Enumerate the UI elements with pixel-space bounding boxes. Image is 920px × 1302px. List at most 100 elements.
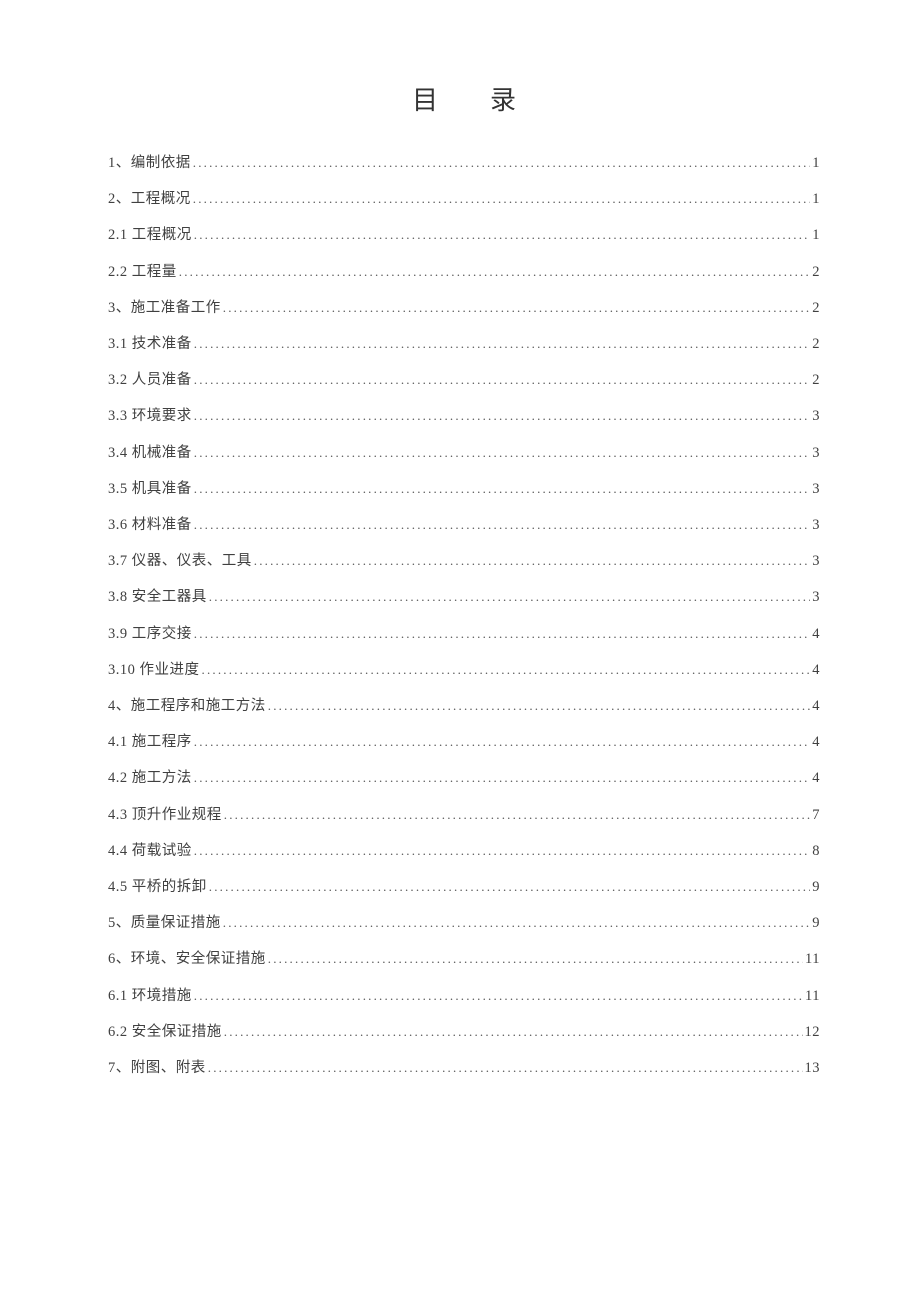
toc-entry: 3.5 机具准备 3 [108, 471, 820, 507]
toc-entry-label: 6.1 环境措施 [108, 978, 192, 1014]
toc-entry-page: 3 [812, 435, 820, 471]
toc-leader-dots [202, 652, 811, 688]
toc-entry: 4、施工程序和施工方法 4 [108, 688, 820, 724]
toc-entry-label: 2.2 工程量 [108, 254, 177, 290]
toc-entry-page: 7 [812, 797, 820, 833]
toc-entry-label: 6、环境、安全保证措施 [108, 941, 266, 977]
toc-entry: 6.2 安全保证措施 12 [108, 1014, 820, 1050]
toc-entry: 3.6 材料准备 3 [108, 507, 820, 543]
toc-entry-label: 3、施工准备工作 [108, 290, 221, 326]
toc-entry-label: 3.9 工序交接 [108, 616, 192, 652]
toc-leader-dots [193, 145, 811, 181]
toc-entry-page: 3 [812, 507, 820, 543]
toc-entry-label: 3.10 作业进度 [108, 652, 200, 688]
toc-leader-dots [194, 471, 811, 507]
toc-entry: 3.10 作业进度4 [108, 652, 820, 688]
toc-entry-page: 9 [812, 869, 820, 905]
toc-leader-dots [223, 905, 811, 941]
toc-leader-dots [194, 978, 803, 1014]
toc-entry: 2.2 工程量 2 [108, 254, 820, 290]
toc-entry-label: 6.2 安全保证措施 [108, 1014, 222, 1050]
toc-leader-dots [194, 217, 811, 253]
toc-entry: 5、质量保证措施 9 [108, 905, 820, 941]
toc-leader-dots [194, 362, 811, 398]
toc-entry: 4.2 施工方法4 [108, 760, 820, 796]
toc-entry-label: 4.4 荷载试验 [108, 833, 192, 869]
toc-entry: 3.2 人员准备 2 [108, 362, 820, 398]
toc-entry-label: 4、施工程序和施工方法 [108, 688, 266, 724]
toc-leader-dots [268, 688, 811, 724]
toc-leader-dots [254, 543, 811, 579]
toc-leader-dots [224, 1014, 803, 1050]
toc-leader-dots [194, 760, 811, 796]
toc-leader-dots [193, 181, 811, 217]
toc-entry-label: 4.1 施工程序 [108, 724, 192, 760]
toc-entry-page: 3 [812, 398, 820, 434]
toc-entry-label: 3.1 技术准备 [108, 326, 192, 362]
toc-entry: 3.8 安全工器具 3 [108, 579, 820, 615]
toc-entry: 2.1 工程概况 1 [108, 217, 820, 253]
toc-entry: 2、工程概况 1 [108, 181, 820, 217]
toc-entry: 3.4 机械准备 3 [108, 435, 820, 471]
toc-entry-label: 3.2 人员准备 [108, 362, 192, 398]
toc-entry-page: 4 [812, 616, 820, 652]
toc-entry: 3.1 技术准备 2 [108, 326, 820, 362]
toc-entry-page: 4 [812, 688, 820, 724]
toc-entry: 6、环境、安全保证措施 11 [108, 941, 820, 977]
toc-entry-label: 3.8 安全工器具 [108, 579, 207, 615]
toc-entry-label: 3.3 环境要求 [108, 398, 192, 434]
toc-leader-dots [209, 579, 811, 615]
toc-entry-label: 3.4 机械准备 [108, 435, 192, 471]
toc-leader-dots [194, 435, 811, 471]
toc-entry-page: 11 [805, 941, 820, 977]
toc-entry: 4.5 平桥的拆卸 9 [108, 869, 820, 905]
toc-title: 目录 [108, 80, 820, 117]
toc-leader-dots [208, 1050, 803, 1086]
toc-entry-label: 1、编制依据 [108, 145, 191, 181]
toc-entry-label: 2.1 工程概况 [108, 217, 192, 253]
toc-leader-dots [194, 326, 811, 362]
toc-entry-label: 4.2 施工方法 [108, 760, 192, 796]
toc-entry: 3、施工准备工作 2 [108, 290, 820, 326]
toc-entry-page: 13 [805, 1050, 821, 1086]
toc-leader-dots [194, 398, 811, 434]
toc-entry-page: 3 [812, 579, 820, 615]
toc-leader-dots [223, 290, 811, 326]
toc-entry: 1、编制依据1 [108, 145, 820, 181]
toc-leader-dots [179, 254, 811, 290]
toc-entry-label: 5、质量保证措施 [108, 905, 221, 941]
toc-entry-page: 2 [812, 362, 820, 398]
toc-leader-dots [209, 869, 811, 905]
toc-entry: 4.3 顶升作业规程 7 [108, 797, 820, 833]
toc-entry-page: 2 [812, 254, 820, 290]
toc-entry-page: 2 [812, 326, 820, 362]
toc-leader-dots [194, 616, 811, 652]
toc-entry-page: 12 [805, 1014, 821, 1050]
toc-entry-page: 1 [812, 217, 820, 253]
toc-entry-page: 2 [812, 290, 820, 326]
toc-leader-dots [194, 507, 811, 543]
toc-entry: 3.3 环境要求 3 [108, 398, 820, 434]
toc-entry-page: 3 [812, 471, 820, 507]
toc-entry-label: 2、工程概况 [108, 181, 191, 217]
toc-list: 1、编制依据12、工程概况12.1 工程概况12.2 工程量23、施工准备工作2… [108, 145, 820, 1086]
toc-entry: 4.4 荷载试验 8 [108, 833, 820, 869]
toc-entry-page: 9 [812, 905, 820, 941]
toc-entry-label: 4.3 顶升作业规程 [108, 797, 222, 833]
toc-entry-page: 1 [812, 181, 820, 217]
toc-entry-label: 3.6 材料准备 [108, 507, 192, 543]
toc-entry-page: 8 [812, 833, 820, 869]
toc-entry-label: 3.5 机具准备 [108, 471, 192, 507]
toc-entry-label: 3.7 仪器、仪表、工具 [108, 543, 252, 579]
toc-entry-page: 11 [805, 978, 820, 1014]
toc-leader-dots [224, 797, 811, 833]
toc-leader-dots [268, 941, 803, 977]
toc-entry-page: 4 [812, 724, 820, 760]
toc-entry: 4.1 施工程序 4 [108, 724, 820, 760]
toc-leader-dots [194, 724, 811, 760]
toc-entry: 7、附图、附表13 [108, 1050, 820, 1086]
toc-entry: 6.1 环境措施 11 [108, 978, 820, 1014]
toc-entry: 3.9 工序交接 4 [108, 616, 820, 652]
toc-entry-label: 4.5 平桥的拆卸 [108, 869, 207, 905]
toc-entry: 3.7 仪器、仪表、工具3 [108, 543, 820, 579]
